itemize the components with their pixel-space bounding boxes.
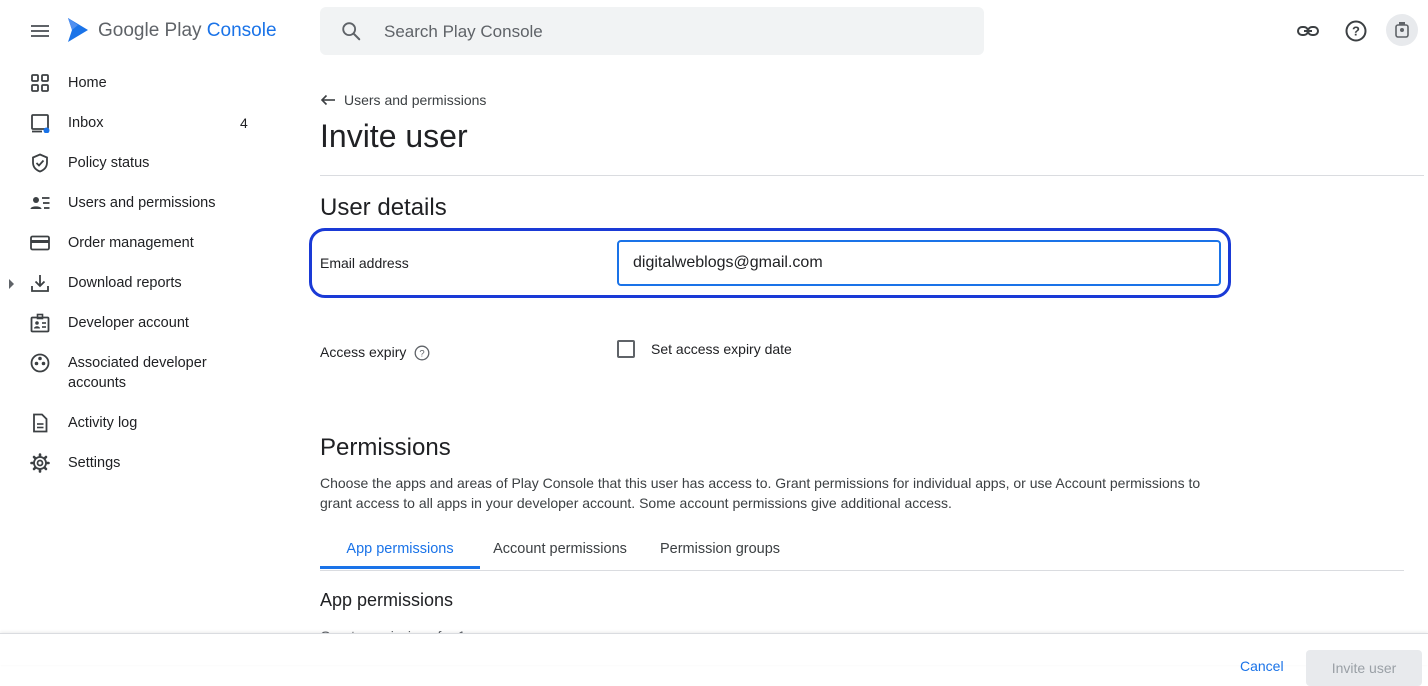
- breadcrumb-back-link[interactable]: Users and permissions: [320, 92, 486, 108]
- tab-permission-groups[interactable]: Permission groups: [640, 532, 800, 569]
- expiry-checkbox[interactable]: [617, 340, 635, 358]
- search-icon: [342, 22, 361, 41]
- sidebar-item-users-and-permissions[interactable]: Users and permissions: [0, 192, 280, 214]
- shield-icon: [32, 153, 48, 173]
- sidebar-item-label: Policy status: [68, 155, 150, 171]
- sidebar-item-inbox[interactable]: Inbox 4: [0, 112, 280, 134]
- title-divider: [320, 175, 1424, 176]
- tab-account-permissions[interactable]: Account permissions: [480, 532, 640, 569]
- tab-app-permissions[interactable]: App permissions: [320, 532, 480, 569]
- sidebar-item-label: Settings: [68, 455, 121, 471]
- footer-action-bar: Cancel Invite user: [0, 633, 1428, 686]
- account-avatar[interactable]: [1386, 14, 1418, 46]
- search-input[interactable]: [382, 7, 966, 57]
- help-icon[interactable]: ?: [1344, 19, 1368, 43]
- play-console-logo: [68, 18, 88, 42]
- expiry-checkbox-label[interactable]: Set access expiry date: [651, 341, 792, 357]
- sidebar-item-activity-log[interactable]: Activity log: [0, 412, 280, 434]
- document-icon: [33, 413, 48, 433]
- app-permissions-heading: App permissions: [320, 590, 454, 610]
- sidebar-item-download-reports[interactable]: Download reports: [0, 272, 280, 294]
- sidebar-item-label: Users and permissions: [68, 195, 216, 211]
- page-title: Invite user: [320, 118, 468, 154]
- download-icon: [31, 275, 49, 292]
- permissions-description: Choose the apps and areas of Play Consol…: [320, 475, 1201, 511]
- email-label: Email address: [320, 255, 409, 271]
- sidebar-item-associated-developer-accounts[interactable]: Associated developer accounts: [0, 352, 280, 394]
- inbox-count-badge: 4: [240, 115, 248, 131]
- svg-text:?: ?: [419, 349, 424, 360]
- sidebar-item-settings[interactable]: Settings: [0, 452, 280, 474]
- sidebar-item-label: Order management: [68, 235, 194, 251]
- account-icon: [1395, 22, 1409, 38]
- sidebar-item-label: Developer account: [68, 315, 189, 331]
- sidebar-item-label: Home: [68, 75, 107, 91]
- permissions-tabs: App permissions Account permissions Perm…: [320, 532, 1404, 571]
- breadcrumb-label: Users and permissions: [344, 92, 487, 108]
- sidebar-item-developer-account[interactable]: Developer account: [0, 312, 280, 334]
- inbox-icon: [31, 114, 50, 133]
- sidebar-item-order-management[interactable]: Order management: [0, 232, 280, 254]
- brand-title[interactable]: Google Play Console: [98, 20, 277, 42]
- sidebar-item-label: Activity log: [68, 415, 138, 431]
- cancel-button[interactable]: Cancel: [1240, 658, 1284, 674]
- menu-icon[interactable]: [28, 19, 52, 43]
- linked-accounts-icon: [30, 353, 50, 373]
- search-bar[interactable]: [320, 7, 984, 57]
- email-field[interactable]: [617, 240, 1221, 286]
- home-grid-icon: [31, 74, 49, 92]
- credit-card-icon: [30, 235, 50, 251]
- link-icon[interactable]: [1296, 19, 1320, 43]
- access-expiry-label: Access expiry: [320, 344, 407, 360]
- sidebar-item-label: Inbox: [68, 115, 104, 131]
- sidebar-item-label: Associated developer accounts: [68, 355, 207, 391]
- sidebar-item-home[interactable]: Home: [0, 72, 280, 94]
- invite-user-button[interactable]: Invite user: [1306, 650, 1422, 686]
- sidebar-item-policy-status[interactable]: Policy status: [0, 152, 280, 174]
- svg-text:?: ?: [1352, 24, 1360, 39]
- developer-badge-icon: [30, 313, 50, 333]
- users-list-icon: [30, 197, 50, 209]
- permissions-heading: Permissions: [320, 434, 451, 461]
- sidebar-item-label: Download reports: [68, 275, 182, 291]
- user-details-heading: User details: [320, 194, 447, 221]
- arrow-back-icon: [320, 94, 335, 106]
- help-circle-icon[interactable]: ?: [414, 345, 430, 361]
- gear-icon: [30, 453, 50, 473]
